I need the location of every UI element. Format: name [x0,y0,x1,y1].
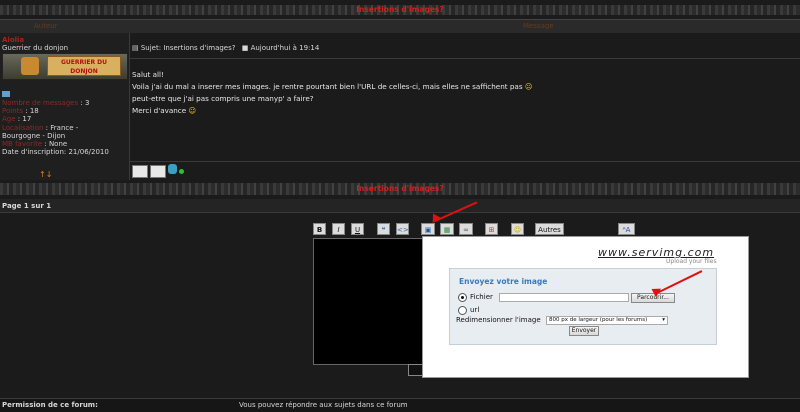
profile-icon[interactable] [132,165,148,178]
bold-button[interactable]: B [313,223,326,235]
radio-url[interactable] [458,306,467,315]
go-top-bottom-icon[interactable]: ↑↓ [39,170,52,179]
stat-row: Bourgogne - Dijon [2,131,66,140]
post-line: Voila j'ai du mal a inserer mes images. … [132,82,533,91]
quote-button[interactable]: ❝ [377,223,390,235]
stat-row: Localisation : France - [2,123,79,132]
upload-heading: Envoyez votre image [459,277,548,286]
submit-button[interactable]: Envoyer [569,326,599,336]
author-column-header: Auteur [34,22,58,30]
small-box[interactable] [408,364,423,376]
permission-row: Permission de ce forum: Vous pouvez répo… [0,398,800,412]
stat-row: Age : 17 [2,115,32,124]
message-textarea[interactable] [313,238,425,365]
other-button[interactable]: Autres [535,223,564,235]
gender-icon [2,91,10,97]
resize-select[interactable]: 800 px de largeur (pour les forums) ▾ [546,316,668,325]
font-size-button[interactable]: ᴬA [618,223,635,235]
quick-reply-title: Insertions d'images? [356,184,444,193]
radio-url-label: url [470,306,480,314]
page-info: Page 1 sur 1 [2,202,52,210]
radio-fichier[interactable] [458,293,467,302]
italic-button[interactable]: I [332,223,345,235]
resize-label: Redimensionner l'image [456,316,541,324]
host-image-button[interactable]: ▣ [421,223,435,235]
permission-label: Permission de ce forum: [2,401,98,409]
rank-banner: GUERRIER DU DONJON [2,53,128,80]
message-column-header: Message [523,22,554,30]
radio-fichier-label: Fichier [470,293,493,301]
author-stats: Nombre de messages : 3 Points : 18 Age :… [2,99,109,156]
author-rank: Guerrier du donjon [2,44,69,52]
chevron-down-icon: ▾ [662,317,665,323]
post-line: peut-etre que j'ai pas compris une manyp… [132,94,314,103]
post-body: Salut all! Voila j'ai du mal a inserer m… [132,69,532,117]
insert-link-button[interactable]: ∞ [459,223,473,235]
permission-text: Vous pouvez répondre aux sujets dans ce … [239,401,408,409]
topic-title-bar: Insertions d'images? [0,5,800,15]
post-panel: ▤ Sujet: Insertions d'images? ■ Aujourd'… [130,33,800,180]
divider [130,161,800,162]
post-line: Merci d'avance ☺ [132,106,196,115]
file-input[interactable] [499,293,629,302]
divider [130,58,800,59]
msn-icon[interactable] [168,164,177,174]
author-panel: Aiolia Guerrier du donjon GUERRIER DU DO… [0,33,130,180]
topic-title: Insertions d'images? [356,5,444,14]
page-info-row: Page 1 sur 1 [0,199,800,213]
insert-image-button[interactable]: ▦ [440,223,454,235]
table-button[interactable]: ⊞ [485,223,498,235]
post-date: Aujourd'hui à 19:14 [250,44,320,52]
post-header: ▤ Sujet: Insertions d'images? ■ Aujourd'… [132,44,319,52]
stat-row: Points : 18 [2,107,39,116]
private-message-icon[interactable] [150,165,166,178]
smilies-button[interactable]: ☺ [511,223,524,235]
underline-button[interactable]: U [351,223,364,235]
post-date-icon: ■ [241,44,249,52]
stat-row: Date d'inscription: 21/06/2010 [2,148,109,157]
upload-form: Envoyez votre image Fichier Parcourir...… [449,268,717,345]
code-button[interactable]: <> [396,223,409,235]
smile-smiley-icon: ☺ [188,106,196,115]
confused-smiley-icon: ☹ [524,82,533,91]
stat-row: MB favorite : None [2,140,68,149]
post-line: Salut all! [132,70,164,79]
servimg-tagline: Upload your files [666,258,717,265]
author-name[interactable]: Aiolia [2,36,24,44]
warrior-icon [21,57,39,75]
rank-banner-text: GUERRIER DU DONJON [47,56,121,76]
stat-row: Nombre de messages : 3 [2,99,90,107]
post-icon: ▤ [132,44,139,52]
online-status-icon [179,169,184,174]
post-subject[interactable]: Sujet: Insertions d'images? [141,44,236,52]
quick-reply-title-bar: Insertions d'images? [0,183,800,195]
